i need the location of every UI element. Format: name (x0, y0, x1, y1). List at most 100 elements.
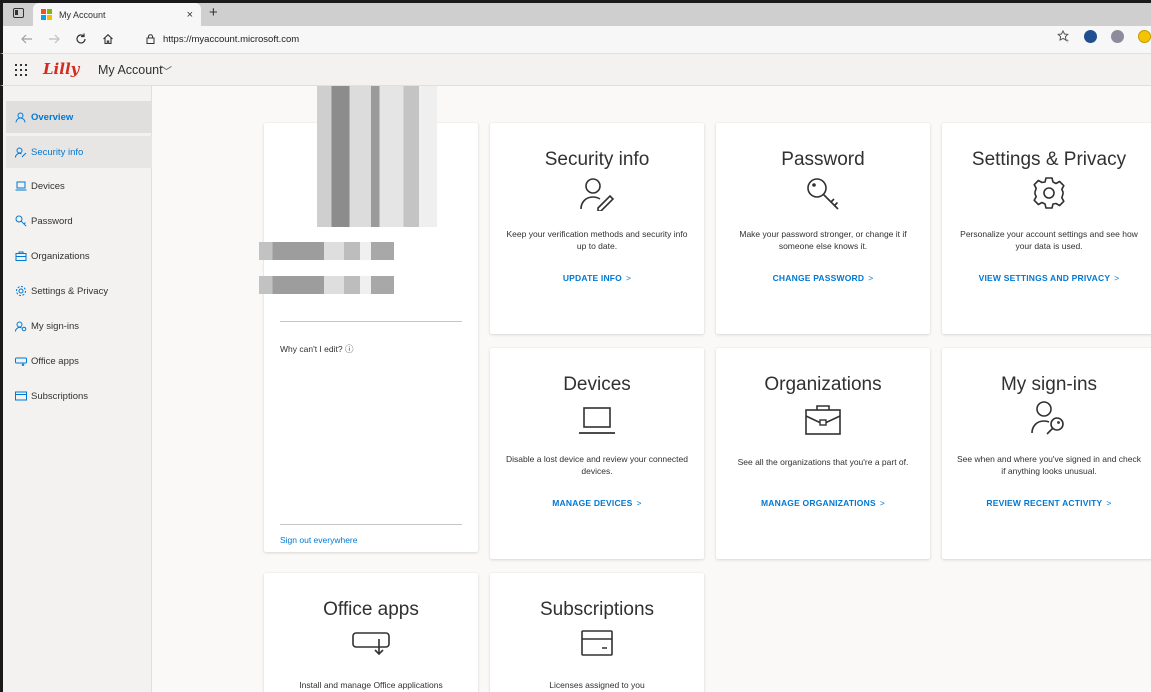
card-title: Organizations (764, 374, 882, 395)
chevron-down-icon[interactable]: ﹀ (161, 63, 172, 79)
sidebar-item-label: Office apps (31, 355, 79, 367)
tab-actions-icon[interactable] (13, 8, 24, 18)
sidebar-item-label: Settings & Privacy (31, 285, 109, 297)
sign-out-everywhere-link[interactable]: Sign out everywhere (280, 535, 358, 545)
office-apps-icon (14, 356, 27, 366)
key-icon (807, 178, 839, 210)
chevron-right-icon: > (868, 273, 874, 283)
card-description: Disable a lost device and review your co… (506, 454, 688, 476)
chevron-right-icon: > (1106, 498, 1112, 508)
app-launcher-icon[interactable] (15, 64, 27, 76)
sidebar-item-office-apps[interactable]: Office apps (6, 345, 154, 377)
person-pen-icon (580, 178, 614, 211)
credit-card-icon (14, 391, 27, 401)
extension-icon[interactable] (1084, 30, 1097, 43)
settings-privacy-card[interactable]: Settings & Privacy Personalize your acco… (942, 123, 1151, 334)
office-apps-icon (352, 632, 390, 656)
lock-icon[interactable] (146, 34, 155, 44)
sidebar-item-label: Password (31, 215, 73, 227)
card-title: My sign-ins (1000, 374, 1098, 395)
manage-organizations-link[interactable]: MANAGE ORGANIZATIONS > (716, 498, 930, 508)
back-arrow-icon[interactable] (21, 34, 33, 44)
url-text[interactable]: https://myaccount.microsoft.com (163, 34, 299, 45)
manage-devices-link[interactable]: MANAGE DEVICES > (490, 498, 704, 508)
redacted-name (259, 242, 394, 260)
sidebar-item-label: Devices (31, 180, 65, 192)
card-description: Licenses assigned to you (549, 680, 645, 690)
profile-card: Why can't I edit? ⓘ Sign out everywhere (259, 86, 478, 552)
person-icon (14, 112, 27, 123)
address-bar: https://myaccount.microsoft.com + (0, 26, 1151, 54)
sidebar-item-label: My sign-ins (31, 320, 80, 332)
chevron-right-icon: > (879, 498, 885, 508)
chevron-right-icon: > (626, 273, 632, 283)
microsoft-logo-icon (41, 9, 52, 20)
sidebar: Overview Security info Devices Password … (0, 86, 154, 692)
redacted-email (259, 276, 394, 294)
sidebar-item-organizations[interactable]: Organizations (6, 240, 154, 272)
my-sign-ins-card[interactable]: My sign-ins See when and where you've si… (942, 348, 1151, 559)
sidebar-item-label: Organizations (31, 250, 90, 262)
sidebar-item-label: Security info (31, 146, 84, 158)
extension-icon[interactable] (1138, 30, 1151, 43)
chevron-right-icon: > (1114, 273, 1120, 283)
gear-icon (14, 285, 27, 297)
why-cant-i-edit-link[interactable]: Why can't I edit? ⓘ (280, 343, 353, 355)
briefcase-icon (14, 251, 27, 261)
person-key-icon (14, 321, 27, 332)
sidebar-item-overview[interactable]: Overview (6, 101, 154, 133)
sidebar-item-my-sign-ins[interactable]: My sign-ins (6, 310, 154, 342)
app-header: Lilly My Account ﹀ (0, 54, 1151, 86)
main-content: Why can't I edit? ⓘ Sign out everywhere … (152, 86, 1151, 692)
credit-card-icon (581, 630, 613, 656)
svg-text:+: + (1065, 39, 1069, 44)
sidebar-item-security-info[interactable]: Security info (6, 136, 154, 168)
password-card[interactable]: Password Make your password stronger, or… (716, 123, 930, 334)
favorites-icon[interactable]: + (1057, 30, 1070, 43)
sidebar-item-devices[interactable]: Devices (6, 170, 154, 202)
sidebar-item-label: Overview (31, 111, 74, 123)
view-settings-and-privacy-link[interactable]: VIEW SETTINGS AND PRIVACY > (942, 273, 1151, 283)
key-icon (14, 215, 27, 227)
review-recent-activity-link[interactable]: REVIEW RECENT ACTIVITY > (942, 498, 1151, 508)
card-description: Install and manage Office applications (299, 680, 443, 690)
refresh-icon[interactable] (75, 33, 87, 45)
update-info-link[interactable]: UPDATE INFO > (490, 273, 704, 283)
chevron-right-icon: > (636, 498, 642, 508)
card-description: See when and where you've signed in and … (956, 454, 1142, 476)
person-key-icon (14, 147, 27, 158)
sidebar-item-label: Subscriptions (31, 390, 89, 402)
app-name[interactable]: My Account (98, 63, 163, 77)
card-title: Devices (563, 374, 631, 395)
browser-tab[interactable]: My Account × (33, 3, 201, 26)
organizations-card[interactable]: Organizations See all the organizations … (716, 348, 930, 559)
card-title: Office apps (323, 599, 419, 620)
sidebar-item-subscriptions[interactable]: Subscriptions (6, 380, 154, 412)
briefcase-icon (805, 405, 841, 435)
gear-icon (1033, 177, 1065, 209)
change-password-link[interactable]: CHANGE PASSWORD > (716, 273, 930, 283)
info-icon[interactable]: ⓘ (345, 344, 354, 354)
extension-icon[interactable] (1111, 30, 1124, 43)
card-title: Settings & Privacy (971, 149, 1127, 170)
forward-arrow-icon[interactable] (48, 34, 60, 44)
company-logo[interactable]: Lilly (43, 60, 79, 78)
sidebar-item-settings-privacy[interactable]: Settings & Privacy (6, 275, 154, 307)
new-tab-button[interactable]: + (209, 4, 218, 21)
browser-extensions: + (1057, 30, 1151, 43)
home-icon[interactable] (102, 33, 114, 45)
person-key-icon (1031, 401, 1064, 435)
close-tab-icon[interactable]: × (187, 9, 193, 21)
devices-card[interactable]: Devices Disable a lost device and review… (490, 348, 704, 559)
office-apps-card[interactable]: Office apps Install and manage Office ap… (264, 573, 478, 692)
laptop-icon (14, 181, 27, 191)
security-info-card[interactable]: Security info Keep your verification met… (490, 123, 704, 334)
card-description: Make your password stronger, or change i… (739, 229, 907, 251)
subscriptions-card[interactable]: Subscriptions Licenses assigned to you (490, 573, 704, 692)
profile-photo (317, 86, 437, 227)
tab-title: My Account (59, 9, 106, 20)
card-title: Security info (544, 149, 650, 170)
card-title: Subscriptions (539, 599, 655, 620)
sidebar-item-password[interactable]: Password (6, 205, 154, 237)
browser-tab-bar: My Account × + (0, 0, 1151, 26)
